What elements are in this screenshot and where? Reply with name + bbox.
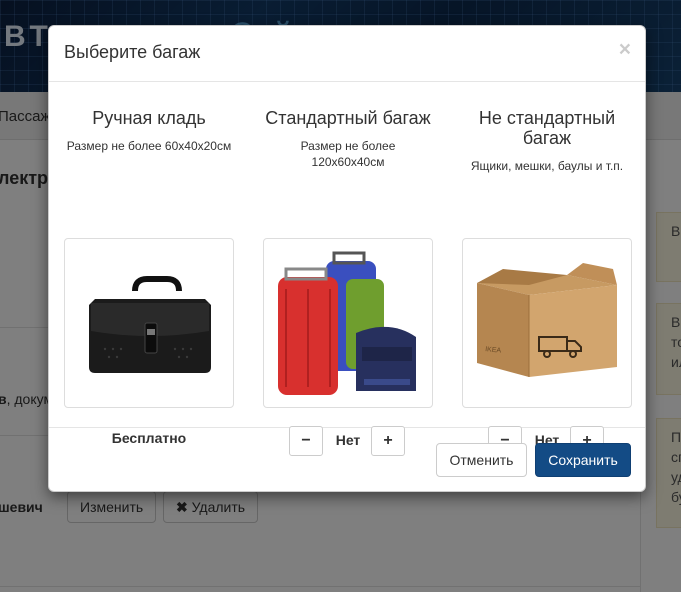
modal-header: Выберите багаж ×	[49, 26, 645, 82]
option-image[interactable]: IKEA	[462, 238, 632, 408]
option-nonstandard-baggage: Не стандартный багаж Ящики, мешки, баулы…	[462, 108, 632, 456]
option-description: Размер не более 60x40x20см	[66, 139, 232, 153]
option-hand-luggage: Ручная кладь Размер не более 60x40x20см	[64, 108, 234, 446]
suitcases-icon	[278, 251, 416, 395]
briefcase-icon	[89, 276, 211, 373]
baggage-modal: Выберите багаж × Ручная кладь Размер не …	[48, 25, 646, 492]
cardboard-box-icon: IKEA	[477, 263, 617, 377]
modal-footer: Отменить Сохранить	[49, 428, 645, 492]
option-title: Ручная кладь	[92, 108, 206, 128]
option-title: Стандартный багаж	[265, 108, 431, 128]
option-description: Размер не более 120x60x40см	[300, 139, 396, 169]
option-description: Ящики, мешки, баулы и т.п.	[470, 159, 624, 173]
option-image[interactable]	[64, 238, 234, 408]
close-icon[interactable]: ×	[619, 39, 631, 60]
modal-title: Выберите багаж	[64, 42, 201, 62]
cancel-button[interactable]: Отменить	[436, 443, 527, 477]
save-button[interactable]: Сохранить	[535, 443, 631, 477]
option-standard-baggage: Стандартный багаж Размер не более 120x60…	[263, 108, 433, 456]
modal-body: Ручная кладь Размер не более 60x40x20см	[49, 82, 645, 456]
option-image[interactable]	[263, 238, 433, 408]
option-title: Не стандартный багаж	[478, 108, 616, 148]
